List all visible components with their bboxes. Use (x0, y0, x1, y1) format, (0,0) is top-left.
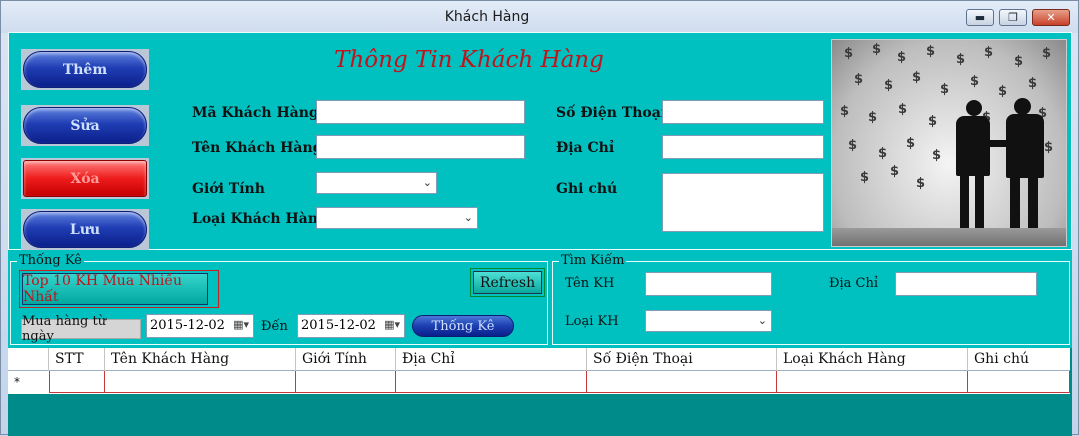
search-name-field[interactable] (645, 272, 772, 296)
delete-button-label: Xóa (70, 170, 100, 187)
phone-field[interactable] (662, 100, 824, 124)
table-row[interactable]: * (8, 371, 1070, 394)
cell-gender[interactable] (296, 371, 396, 393)
save-button-label: Lưu (69, 221, 101, 238)
customer-type-select[interactable]: ⌄ (316, 207, 478, 229)
minimize-button[interactable]: ▬ (966, 9, 994, 26)
cell-note[interactable] (968, 371, 1070, 393)
purchase-from-label: Mua hàng từ ngày (21, 314, 141, 344)
top10-button[interactable]: Top 10 KH Mua Nhiều Nhất (19, 270, 219, 308)
statistics-group: Thống Kê Top 10 KH Mua Nhiều Nhất Refres… (10, 253, 548, 345)
refresh-button-label: Refresh (479, 274, 536, 291)
gender-label: Giới Tính (192, 181, 265, 197)
to-date-value: 2015-12-02 (301, 318, 376, 333)
gender-select[interactable]: ⌄ (316, 172, 437, 194)
statistics-button[interactable]: Thống Kê (412, 315, 514, 337)
cell-customer-type[interactable] (777, 371, 968, 393)
from-date-picker[interactable]: 2015-12-02 ▦▾ (146, 314, 254, 338)
minimize-icon: ▬ (974, 11, 986, 24)
customer-info-panel: Thêm Sửa Xóa Lưu Thông Tin Khách Hàng Mã… (8, 32, 1072, 250)
phone-label: Số Điện Thoại (556, 105, 667, 121)
calendar-icon: ▦▾ (233, 318, 249, 331)
close-button[interactable]: ✕ (1032, 9, 1070, 26)
to-date-label: Đến (261, 319, 288, 334)
cell-stt[interactable] (49, 371, 105, 393)
delete-button[interactable]: Xóa (21, 158, 149, 199)
maximize-icon: ❐ (1008, 11, 1018, 24)
column-header-gender[interactable]: Giới Tính (296, 348, 396, 371)
page-title: Thông Tin Khách Hàng (334, 47, 604, 73)
cell-phone[interactable] (587, 371, 777, 393)
cell-customer-name[interactable] (105, 371, 296, 393)
statistics-group-title: Thống Kê (17, 253, 84, 268)
new-row-marker: * (8, 371, 49, 393)
table-header: STT Tên Khách Hàng Giới Tính Địa Chỉ Số … (8, 348, 1070, 371)
column-header-stt[interactable]: STT (49, 348, 105, 371)
search-group: Tìm Kiếm Tên KH Địa Chỉ Loại KH ⌄ (552, 253, 1070, 345)
customer-name-label: Tên Khách Hàng (192, 140, 323, 156)
chevron-down-icon: ⌄ (422, 176, 432, 189)
search-address-label: Địa Chỉ (829, 276, 879, 291)
add-button[interactable]: Thêm (21, 49, 149, 90)
maximize-button[interactable]: ❐ (999, 9, 1027, 26)
chevron-down-icon: ⌄ (463, 211, 473, 224)
business-handshake-image: $$$$$$$$ $$$$$$$ $$$$$$ $$$$$ $$$ (831, 39, 1067, 247)
close-icon: ✕ (1046, 11, 1056, 24)
customer-type-label: Loại Khách Hàng (192, 211, 328, 227)
top10-button-label: Top 10 KH Mua Nhiều Nhất (23, 273, 182, 305)
statistics-button-label: Thống Kê (431, 318, 495, 334)
customer-id-label: Mã Khách Hàng (192, 105, 319, 121)
calendar-icon: ▦▾ (384, 318, 400, 331)
from-date-value: 2015-12-02 (150, 318, 225, 333)
search-type-select[interactable]: ⌄ (645, 310, 772, 332)
customer-id-field[interactable] (316, 100, 525, 124)
to-date-picker[interactable]: 2015-12-02 ▦▾ (297, 314, 405, 338)
add-button-label: Thêm (62, 61, 108, 78)
app-window: Khách Hàng ▬ ❐ ✕ Thêm Sửa Xóa Lưu Thông … (0, 0, 1079, 436)
save-button[interactable]: Lưu (21, 209, 149, 250)
address-label: Địa Chỉ (556, 140, 615, 156)
note-field[interactable] (662, 173, 824, 232)
customer-name-field[interactable] (316, 135, 525, 159)
edit-button-label: Sửa (70, 117, 100, 134)
column-header-address[interactable]: Địa Chỉ (396, 348, 587, 371)
window-title: Khách Hàng (444, 9, 530, 25)
chevron-down-icon: ⌄ (757, 314, 767, 327)
row-header-corner (8, 348, 49, 371)
search-group-title: Tìm Kiếm (559, 253, 627, 268)
cell-address[interactable] (396, 371, 587, 393)
address-field[interactable] (662, 135, 824, 159)
column-header-note[interactable]: Ghi chú (968, 348, 1070, 371)
column-header-phone[interactable]: Số Điện Thoại (587, 348, 777, 371)
search-type-label: Loại KH (565, 314, 619, 329)
refresh-button[interactable]: Refresh (470, 268, 545, 297)
search-name-label: Tên KH (565, 276, 615, 291)
note-label: Ghi chú (556, 181, 618, 197)
customer-table: STT Tên Khách Hàng Giới Tính Địa Chỉ Số … (8, 348, 1072, 436)
edit-button[interactable]: Sửa (21, 105, 149, 146)
title-bar: Khách Hàng ▬ ❐ ✕ (1, 1, 1078, 33)
client-area: Thêm Sửa Xóa Lưu Thông Tin Khách Hàng Mã… (8, 32, 1072, 436)
search-address-field[interactable] (895, 272, 1037, 296)
column-header-customer-type[interactable]: Loại Khách Hàng (777, 348, 968, 371)
column-header-customer-name[interactable]: Tên Khách Hàng (105, 348, 296, 371)
